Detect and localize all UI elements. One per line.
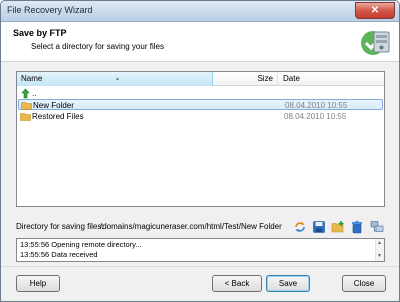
list-item-date: 08.04.2010 10:55	[284, 112, 347, 121]
directory-path: /domains/magicuneraser.com/html/Test/New…	[100, 222, 282, 231]
page-title: Save by FTP	[13, 28, 67, 38]
column-date[interactable]: Date	[283, 72, 300, 86]
wizard-header: Save by FTP Select a directory for savin…	[1, 22, 399, 62]
list-item-date: 08.04.2010 10:55	[285, 101, 348, 110]
new-folder-icon[interactable]	[331, 220, 345, 234]
list-item-restored-files[interactable]: Restored Files 08.04.2010 10:55	[18, 111, 383, 122]
file-recovery-wizard-window: File Recovery Wizard ✕ Save by FTP Selec…	[0, 0, 400, 302]
page-subtitle: Select a directory for saving your files	[31, 42, 164, 51]
up-arrow-icon	[21, 88, 30, 99]
list-item-parent-dir[interactable]: ..	[18, 88, 383, 99]
window-title: File Recovery Wizard	[7, 5, 93, 15]
list-item-name: New Folder	[33, 101, 74, 110]
column-name[interactable]: Name ▲	[17, 72, 213, 86]
folder-icon	[21, 102, 32, 110]
list-item-name: ..	[32, 89, 37, 98]
title-bar[interactable]: File Recovery Wizard ✕	[1, 1, 399, 22]
back-button[interactable]: < Back	[212, 275, 262, 292]
column-size[interactable]: Size	[214, 72, 278, 86]
wizard-ftp-icon	[361, 31, 390, 55]
delete-icon[interactable]	[350, 220, 364, 234]
directory-row: Directory for saving files: /domains/mag…	[16, 220, 386, 234]
network-icon[interactable]	[370, 220, 384, 234]
footer-divider	[1, 266, 399, 267]
list-column-header: Name ▲ Size Date	[17, 72, 384, 86]
save-button[interactable]: Save	[266, 275, 310, 292]
refresh-icon[interactable]	[293, 220, 307, 234]
scroll-up-icon[interactable]: ▲	[377, 240, 382, 246]
close-button[interactable]: Close	[342, 275, 386, 292]
scroll-down-icon[interactable]: ▼	[377, 253, 382, 259]
folder-icon	[20, 113, 31, 121]
log-box[interactable]: 13:55:56 Opening remote directory... 13:…	[16, 238, 385, 262]
log-line: 13:55:56 Opening remote directory...	[20, 240, 142, 249]
column-name-label: Name	[21, 74, 43, 83]
list-item-name: Restored Files	[32, 112, 84, 121]
help-button[interactable]: Help	[16, 275, 60, 292]
log-line: 13:55:56 Data received	[20, 250, 98, 259]
list-item-new-folder[interactable]: New Folder 08.04.2010 10:55	[18, 99, 383, 110]
ftp-file-list[interactable]: Name ▲ Size Date .. New Folder 08.04.201…	[16, 71, 385, 207]
sort-ascending-icon: ▲	[115, 76, 120, 82]
log-scrollbar[interactable]: ▲ ▼	[375, 239, 384, 261]
window-close-button[interactable]: ✕	[355, 2, 395, 19]
save-disk-icon[interactable]	[312, 220, 326, 234]
directory-label: Directory for saving files:	[16, 222, 104, 231]
